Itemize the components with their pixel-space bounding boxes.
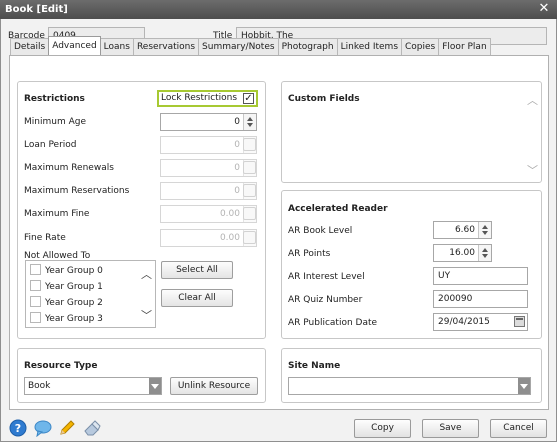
chevron-down-icon[interactable]: ﹀	[527, 165, 538, 176]
lock-restrictions-label: Lock Restrictions	[161, 93, 238, 103]
tab-copies[interactable]: Copies	[401, 38, 440, 55]
fine-rate-label: Fine Rate	[24, 233, 66, 243]
site-name-select[interactable]	[288, 377, 531, 395]
loan-period-value: 0	[234, 140, 240, 150]
save-button[interactable]: Save	[422, 419, 479, 438]
chat-icon[interactable]	[34, 419, 52, 437]
spinner-arrows-icon[interactable]	[478, 245, 491, 261]
max-renewals-checkbox[interactable]	[243, 161, 256, 174]
checkmark-icon: ✓	[243, 93, 254, 104]
year-group-checkbox[interactable]	[30, 264, 41, 275]
tab-summary-notes[interactable]: Summary/Notes	[198, 38, 279, 55]
ar-quiz-number-label: AR Quiz Number	[288, 295, 363, 305]
window-title: Book [Edit]	[5, 4, 68, 15]
custom-fields-scrollbar[interactable]: ︿ ﹀	[527, 92, 539, 180]
max-reservations-label: Maximum Reservations	[24, 186, 130, 196]
ar-publication-date-label: AR Publication Date	[288, 318, 378, 328]
resource-type-value: Book	[28, 381, 51, 391]
list-item[interactable]: Year Group 0	[30, 264, 103, 278]
restrictions-title: Restrictions	[24, 94, 85, 104]
year-group-checkbox[interactable]	[30, 312, 41, 323]
ar-book-level-value: 6.60	[454, 225, 475, 235]
year-group-list[interactable]: Year Group 0 Year Group 1 Year Group 2 Y…	[25, 260, 156, 328]
chevron-down-icon[interactable]	[518, 378, 530, 394]
max-renewals-label: Maximum Renewals	[24, 163, 114, 173]
year-group-label: Year Group 1	[45, 282, 103, 292]
unlink-resource-button[interactable]: Unlink Resource	[170, 377, 258, 395]
year-group-label: Year Group 3	[45, 314, 103, 324]
resource-type-title: Resource Type	[24, 361, 98, 371]
chevron-down-icon[interactable]: ﹀	[141, 310, 152, 321]
ar-publication-date-input[interactable]: 29/04/2015	[433, 313, 528, 331]
custom-fields-title: Custom Fields	[288, 94, 360, 104]
ar-book-level-spinner[interactable]: 6.60	[433, 221, 492, 239]
min-age-label: Minimum Age	[24, 117, 86, 127]
max-renewals-value: 0	[234, 163, 240, 173]
list-scrollbar[interactable]: ︿ ﹀	[140, 261, 155, 327]
chevron-up-icon[interactable]: ︿	[527, 95, 538, 106]
eraser-icon[interactable]	[83, 419, 101, 437]
list-item[interactable]: Year Group 2	[30, 296, 103, 310]
ar-points-spinner[interactable]: 16.00	[433, 244, 492, 262]
ar-points-label: AR Points	[288, 249, 331, 259]
calendar-icon[interactable]	[514, 316, 525, 327]
max-fine-checkbox[interactable]	[243, 207, 256, 220]
ar-interest-level-input[interactable]: UY	[433, 267, 528, 285]
tab-loans[interactable]: Loans	[99, 38, 134, 55]
select-all-button[interactable]: Select All	[161, 261, 233, 279]
ar-interest-level-label: AR Interest Level	[288, 272, 365, 282]
window-titlebar: Book [Edit] ✕	[0, 0, 557, 19]
fine-rate-checkbox[interactable]	[243, 231, 256, 244]
ar-quiz-number-input[interactable]: 200090	[433, 290, 528, 308]
max-fine-value: 0.00	[219, 209, 240, 219]
max-reservations-value: 0	[234, 186, 240, 196]
spinner-arrows-icon[interactable]	[478, 222, 491, 238]
svg-text:?: ?	[15, 422, 21, 435]
list-item[interactable]: Year Group 1	[30, 280, 103, 294]
close-icon[interactable]: ✕	[537, 1, 551, 17]
year-group-label: Year Group 2	[45, 298, 103, 308]
accelerated-reader-title: Accelerated Reader	[288, 204, 388, 214]
spinner-arrows-icon[interactable]	[243, 114, 256, 130]
max-fine-label: Maximum Fine	[24, 209, 90, 219]
tab-advanced[interactable]: Advanced	[48, 36, 101, 55]
chevron-down-icon[interactable]	[149, 378, 161, 394]
tab-floor-plan[interactable]: Floor Plan	[438, 38, 491, 55]
ar-book-level-label: AR Book Level	[288, 226, 353, 236]
loan-period-checkbox[interactable]	[243, 138, 256, 151]
min-age-value: 0	[234, 117, 240, 127]
ar-publication-date-value: 29/04/2015	[438, 317, 490, 327]
ar-points-value: 16.00	[449, 248, 475, 258]
year-group-label: Year Group 0	[45, 266, 103, 276]
max-reservations-checkbox[interactable]	[243, 184, 256, 197]
site-name-title: Site Name	[288, 361, 341, 371]
resource-type-select[interactable]: Book	[24, 377, 162, 395]
lock-restrictions-checkbox[interactable]: Lock Restrictions ✓	[157, 90, 258, 107]
tab-photograph[interactable]: Photograph	[277, 38, 338, 55]
tab-linked-items[interactable]: Linked Items	[336, 38, 403, 55]
list-item[interactable]: Year Group 3	[30, 312, 103, 326]
clear-all-button[interactable]: Clear All	[161, 289, 233, 307]
year-group-checkbox[interactable]	[30, 296, 41, 307]
chevron-up-icon[interactable]: ︿	[141, 269, 152, 280]
cancel-button[interactable]: Cancel	[490, 419, 547, 438]
copy-button[interactable]: Copy	[354, 419, 411, 438]
tab-reservations[interactable]: Reservations	[132, 38, 200, 55]
tab-strip: Details Advanced Loans Reservations Summ…	[10, 36, 491, 55]
fine-rate-value: 0.00	[219, 233, 240, 243]
year-group-checkbox[interactable]	[30, 280, 41, 291]
loan-period-label: Loan Period	[24, 140, 77, 150]
help-icon[interactable]: ?	[9, 419, 27, 437]
pencil-icon[interactable]	[58, 419, 76, 437]
tab-details[interactable]: Details	[10, 38, 50, 55]
min-age-spinner[interactable]: 0	[160, 113, 257, 131]
